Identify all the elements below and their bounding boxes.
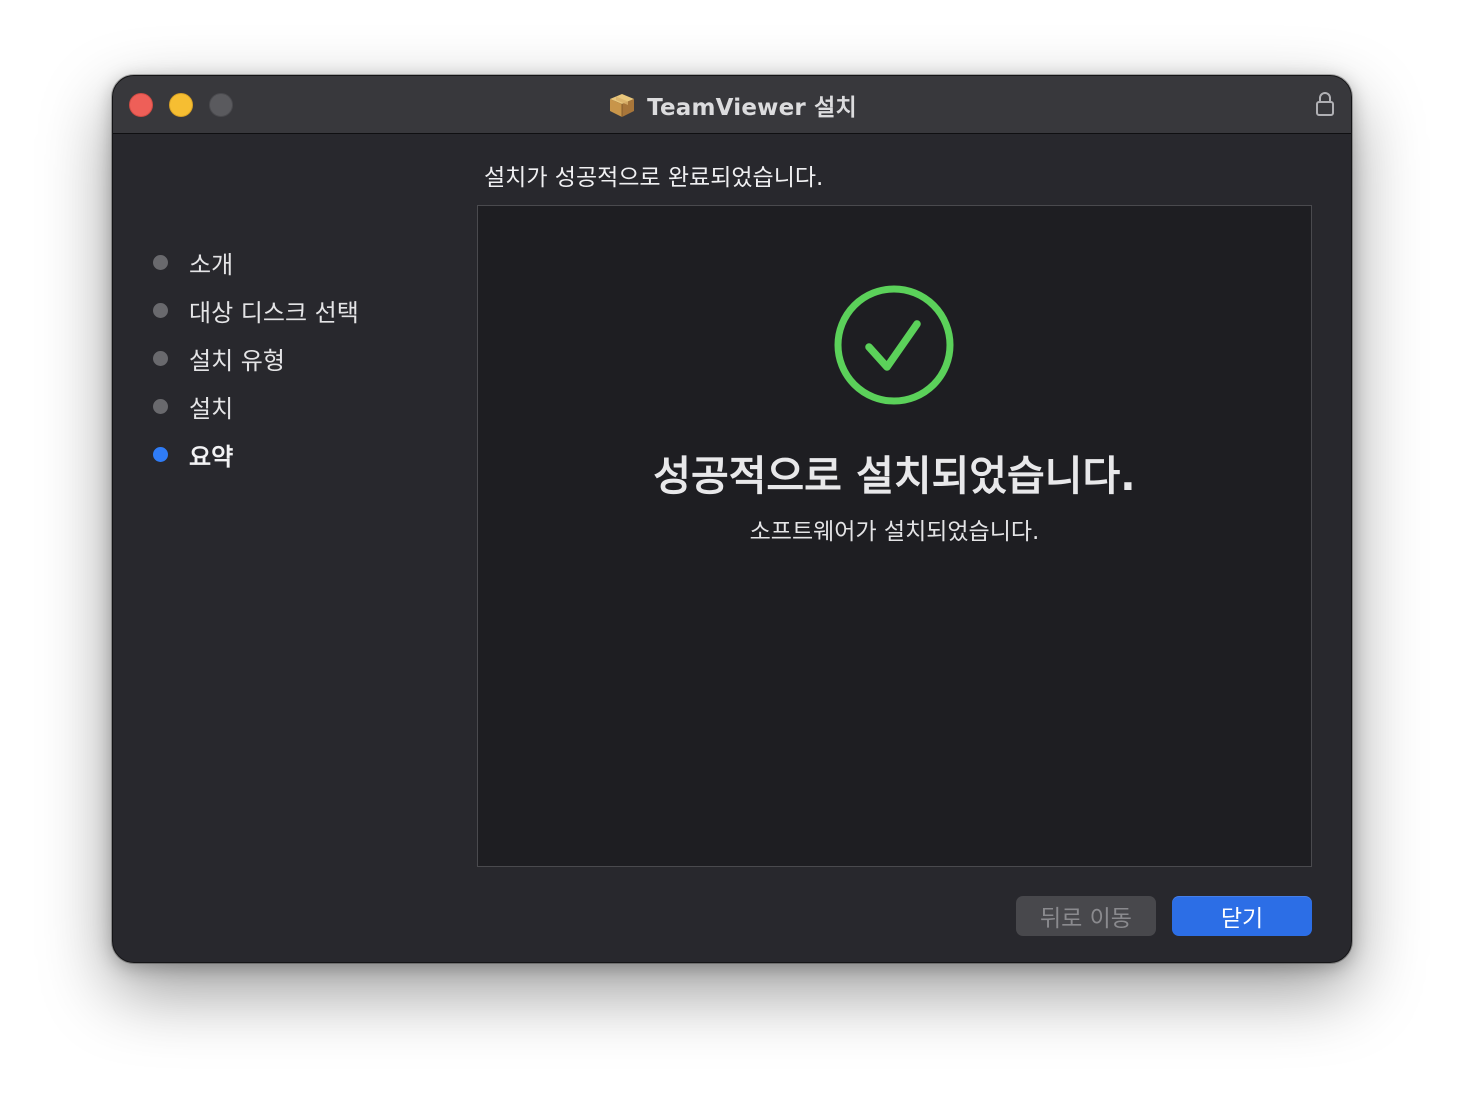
title-bar: TeamViewer 설치: [113, 76, 1351, 134]
checkmark-circle-icon: [834, 285, 954, 405]
sidebar-step-installation: 설치: [153, 386, 233, 426]
installer-window: TeamViewer 설치 소개 대상 디스크 선택 설치 유형 설치 요약 설…: [112, 75, 1352, 963]
page-heading: 설치가 성공적으로 완료되었습니다.: [484, 165, 824, 191]
window-title: TeamViewer 설치: [113, 76, 1351, 133]
sidebar-step-summary: 요약: [153, 434, 233, 474]
close-button[interactable]: 닫기: [1172, 896, 1312, 936]
sidebar-step-label: 소개: [189, 250, 234, 279]
step-sidebar: 소개 대상 디스크 선택 설치 유형 설치 요약: [113, 134, 473, 962]
package-icon: [610, 93, 635, 117]
sidebar-step-label: 요약: [189, 442, 234, 471]
sidebar-step-label: 설치: [189, 394, 234, 423]
step-status-dot: [153, 350, 168, 366]
summary-panel: 성공적으로 설치되었습니다. 소프트웨어가 설치되었습니다.: [477, 205, 1312, 867]
success-title: 성공적으로 설치되었습니다.: [653, 452, 1136, 500]
step-status-dot: [153, 254, 168, 270]
sidebar-step-installation-type: 설치 유형: [153, 338, 285, 378]
sidebar-step-label: 대상 디스크 선택: [189, 298, 359, 327]
step-status-dot: [153, 398, 168, 414]
lock-icon[interactable]: [1315, 91, 1335, 117]
sidebar-step-introduction: 소개: [153, 242, 233, 282]
go-back-button[interactable]: 뒤로 이동: [1016, 896, 1156, 936]
step-status-dot: [153, 302, 168, 318]
sidebar-step-label: 설치 유형: [189, 346, 285, 375]
window-title-text: TeamViewer 설치: [647, 94, 857, 121]
success-subtitle: 소프트웨어가 설치되었습니다.: [749, 519, 1040, 545]
step-status-dot-active: [153, 446, 168, 462]
sidebar-step-destination: 대상 디스크 선택: [153, 290, 359, 330]
